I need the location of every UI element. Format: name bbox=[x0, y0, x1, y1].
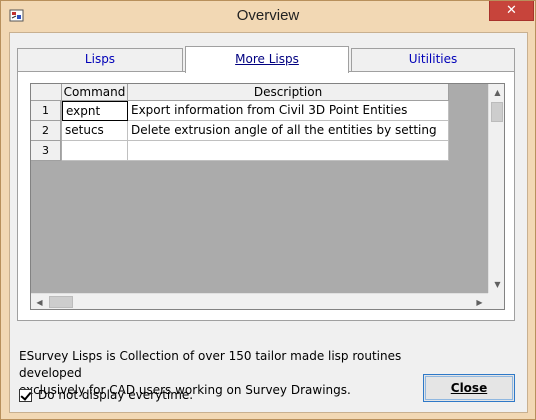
scrollbar-corner bbox=[488, 293, 504, 309]
checkbox-check-icon[interactable] bbox=[19, 388, 32, 402]
scroll-up-icon[interactable]: ▲ bbox=[489, 84, 504, 101]
tab-more-lisps[interactable]: More Lisps bbox=[185, 46, 349, 73]
cell-description[interactable]: Delete extrusion angle of all the entiti… bbox=[128, 121, 449, 141]
row-header[interactable]: 3 bbox=[31, 141, 61, 161]
close-button[interactable]: Close bbox=[423, 374, 515, 402]
row-header[interactable]: 2 bbox=[31, 121, 61, 141]
description-line-1: ESurvey Lisps is Collection of over 150 … bbox=[19, 349, 402, 380]
window-close-button[interactable]: ✕ bbox=[489, 1, 534, 21]
column-header-command[interactable]: Command bbox=[62, 84, 128, 101]
cell-command[interactable] bbox=[62, 141, 128, 161]
cell-command[interactable]: expnt bbox=[62, 101, 128, 121]
scroll-down-icon[interactable]: ▼ bbox=[489, 276, 504, 293]
checkbox-label: Do not display everytime. bbox=[38, 388, 194, 402]
lisp-grid[interactable]: Command Description 1 expnt Export infor… bbox=[30, 83, 505, 310]
tab-utilities[interactable]: Uitilities bbox=[351, 48, 515, 71]
close-button-label: Close bbox=[450, 381, 488, 395]
do-not-display-checkbox[interactable]: Do not display everytime. bbox=[19, 387, 193, 403]
tab-lisps-label: Lisps bbox=[84, 52, 116, 66]
title-bar[interactable]: Overview ✕ bbox=[1, 1, 535, 31]
column-header-description[interactable]: Description bbox=[128, 84, 449, 101]
grid-corner-header[interactable] bbox=[31, 84, 62, 101]
tab-utilities-label: Uitilities bbox=[408, 52, 458, 66]
tab-more-lisps-label: More Lisps bbox=[235, 52, 299, 66]
dialog-client-area: Lisps More Lisps Uitilities Command Desc… bbox=[9, 32, 528, 413]
cell-command[interactable]: setucs bbox=[62, 121, 128, 141]
row-header[interactable]: 1 bbox=[31, 101, 61, 121]
horizontal-scroll-thumb[interactable] bbox=[49, 296, 73, 308]
window-title: Overview bbox=[236, 7, 300, 24]
cell-description[interactable] bbox=[128, 141, 449, 161]
tab-panel-more-lisps: Command Description 1 expnt Export infor… bbox=[17, 71, 515, 321]
horizontal-scrollbar[interactable]: ◀ ▶ bbox=[31, 293, 488, 309]
vertical-scrollbar[interactable]: ▲ ▼ bbox=[488, 84, 504, 293]
scroll-left-icon[interactable]: ◀ bbox=[31, 294, 48, 309]
scroll-right-icon[interactable]: ▶ bbox=[471, 294, 488, 309]
cell-description[interactable]: Export information from Civil 3D Point E… bbox=[128, 101, 449, 121]
tab-lisps[interactable]: Lisps bbox=[17, 48, 183, 71]
overview-window: Overview ✕ Lisps More Lisps Uitilities C… bbox=[0, 0, 536, 420]
close-icon: ✕ bbox=[506, 3, 517, 18]
vertical-scroll-thumb[interactable] bbox=[491, 102, 503, 122]
